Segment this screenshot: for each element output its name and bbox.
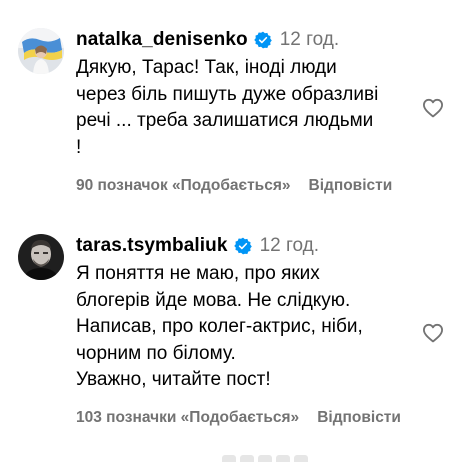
comment-text-line: !	[76, 136, 82, 158]
username[interactable]: natalka_denisenko	[76, 29, 248, 51]
comment-text: Дякую, Тарас! Так, іноді люди через біль…	[76, 55, 416, 161]
reply-button[interactable]: Відповісти	[317, 409, 401, 427]
comment-text-line: речі ... треба залишатися людьми	[76, 110, 374, 131]
comment-text-line: Написав, про колег-актрис, ніби,	[76, 316, 363, 337]
reply-button[interactable]: Відповісти	[309, 177, 393, 195]
comment-text-line: Я поняття не маю, про яких	[76, 263, 320, 284]
avatar[interactable]	[18, 28, 64, 74]
comment-text-line: Уважно, читайте пост!	[76, 369, 271, 390]
comment-text-line: блогерів йде мова. Не слідкую.	[76, 289, 351, 311]
likes-count[interactable]: 90 позначок «Подобається»	[76, 177, 291, 195]
likes-count[interactable]: 103 позначки «Подобається»	[76, 409, 299, 427]
username[interactable]: taras.tsymbaliuk	[76, 235, 228, 257]
comment-header: taras.tsymbaliuk 12 год.	[76, 232, 319, 260]
comment-text-line: чорним по білому.	[76, 342, 236, 364]
verified-badge-icon	[253, 31, 272, 49]
comment-header: natalka_denisenko 12 год.	[76, 26, 339, 54]
comment-timestamp[interactable]: 12 год.	[280, 29, 339, 51]
avatar-image	[18, 234, 64, 280]
next-comment-avatar-peek	[222, 455, 322, 462]
comment-meta: 90 позначок «Подобається» Відповісти	[76, 177, 392, 195]
verified-badge-icon	[233, 237, 252, 255]
avatar-image	[18, 28, 64, 74]
comment-text: Я поняття не маю, про яких блогерів йде …	[76, 261, 416, 394]
avatar[interactable]	[18, 234, 64, 280]
comment-meta: 103 позначки «Подобається» Відповісти	[76, 409, 401, 427]
comment-text-line: через біль пишуть дуже образливі	[76, 83, 379, 105]
comment-timestamp[interactable]: 12 год.	[260, 235, 319, 257]
like-heart-icon[interactable]	[422, 98, 444, 118]
comment-text-line: Дякую, Тарас! Так, іноді люди	[76, 57, 337, 78]
like-heart-icon[interactable]	[422, 323, 444, 343]
